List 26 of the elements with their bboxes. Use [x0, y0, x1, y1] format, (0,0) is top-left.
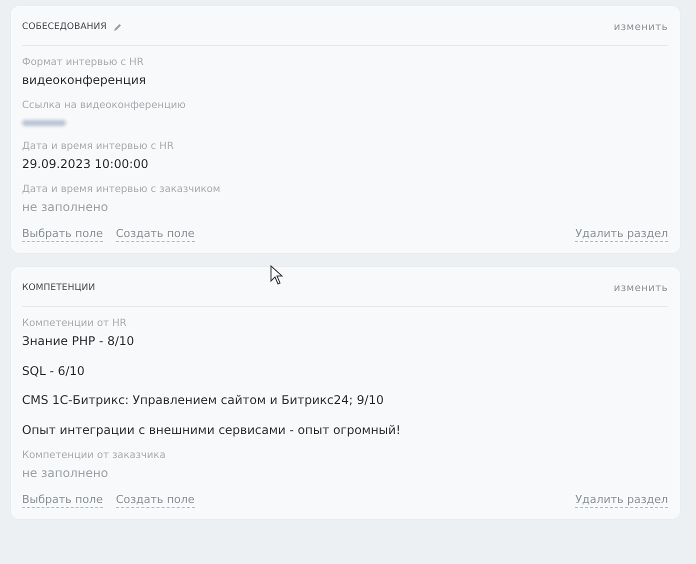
- field-value: видеоконференция: [22, 72, 148, 89]
- section-title: КОМПЕТЕНЦИИ: [22, 283, 96, 293]
- delete-section-link[interactable]: Удалить раздел: [575, 492, 668, 508]
- delete-section-link[interactable]: Удалить раздел: [575, 227, 668, 242]
- field-value: SQL - 6/10: [22, 362, 86, 380]
- field-value: Знание PHP - 8/10: [22, 333, 136, 350]
- field-value: Опыт интеграции с внешними сервисами - опыт огромный!: [22, 422, 402, 438]
- redacted-value: [22, 120, 66, 126]
- action-link[interactable]: Создать поле: [116, 492, 195, 508]
- edit-link[interactable]: изменить: [614, 282, 668, 294]
- section-title: СОБЕСЕДОВАНИЯ: [22, 22, 107, 32]
- field-label: Дата и время интервью с заказчиком: [22, 183, 222, 197]
- field-label: Ссылка на видеоконференцию: [22, 99, 187, 113]
- field-label: Дата и время интервью с HR: [22, 140, 175, 154]
- field-value: не заполнено: [22, 464, 110, 482]
- field-label: Формат интервью с HR: [22, 56, 145, 70]
- pencil-icon[interactable]: [112, 22, 122, 32]
- field-value: CMS 1С-Битрикс: Управлением сайтом и Битрикс24; 9/10: [22, 392, 385, 409]
- action-link[interactable]: Создать поле: [116, 227, 195, 242]
- action-link[interactable]: Выбрать поле: [22, 492, 103, 508]
- field-value: не заполнено: [22, 199, 110, 216]
- field-label: Компетенции от заказчика: [22, 448, 167, 462]
- field-value: 29.09.2023 10:00:00: [22, 156, 150, 173]
- edit-link[interactable]: изменить: [614, 22, 668, 32]
- action-link[interactable]: Выбрать поле: [22, 227, 103, 242]
- field-label: Компетенции от HR: [22, 317, 128, 331]
